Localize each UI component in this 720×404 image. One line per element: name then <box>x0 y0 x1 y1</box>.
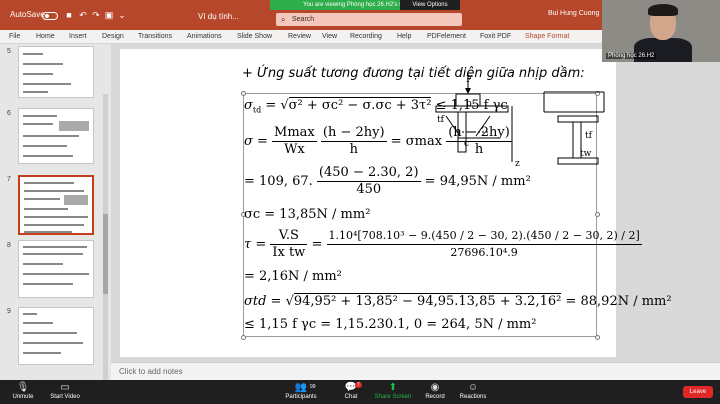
search-input[interactable]: ⌕ Search <box>276 13 462 26</box>
slide-thumbnail-9[interactable] <box>18 307 94 365</box>
chat-badge: 7 <box>355 382 362 388</box>
diagram-label-z: z <box>515 159 520 169</box>
slide-thumbnail-8[interactable] <box>18 240 94 298</box>
diagram-label-f: F <box>466 75 473 85</box>
equation-8: ≤ 1,15 f γc = 1,15.230.1, 0 = 264, 5N / … <box>244 317 537 332</box>
slide-thumbnail-6[interactable] <box>18 108 94 164</box>
participants-button[interactable]: 👥 Participants <box>278 382 324 400</box>
customize-icon[interactable]: ⌄ <box>117 10 127 20</box>
resize-handle[interactable] <box>241 91 246 96</box>
diagram-label-tf-right: tf <box>585 131 592 141</box>
tab-transitions[interactable]: Transitions <box>138 33 172 40</box>
share-screen-icon: ⬆ <box>388 382 398 393</box>
reactions-icon: ☺ <box>467 382 479 393</box>
slide-thumbnail-7[interactable] <box>18 175 94 235</box>
thumb-number: 5 <box>7 48 11 55</box>
zoom-toolbar: 🎙 Unmute ▭ Start Video 👥 Participants 99… <box>0 380 720 404</box>
notes-pane[interactable]: Click to add notes <box>111 362 720 380</box>
user-name[interactable]: Bui Hung Cuong <box>548 10 599 17</box>
tab-recording[interactable]: Recording <box>350 33 382 40</box>
slide-thumbnails-panel: 5 6 7 8 9 <box>0 44 111 404</box>
tab-animations[interactable]: Animations <box>187 33 222 40</box>
diagram-label-c: c <box>464 139 470 149</box>
resize-handle[interactable] <box>241 335 246 340</box>
slide-thumbnail-5[interactable] <box>18 46 94 98</box>
redo-icon[interactable]: ↷ <box>91 10 101 20</box>
resize-handle[interactable] <box>595 335 600 340</box>
unmute-button[interactable]: 🎙 Unmute <box>0 382 46 400</box>
equation-6: = 2,16N / mm² <box>244 269 342 284</box>
thumb-number: 7 <box>7 176 11 183</box>
tab-insert[interactable]: Insert <box>69 33 87 40</box>
slide-headline: + Ứng suất tương đương tại tiết diện giữ… <box>242 66 585 81</box>
reactions-button[interactable]: ☺ Reactions <box>450 382 496 400</box>
diagram-label-b: b <box>466 99 472 109</box>
present-icon[interactable]: ▣ <box>104 10 114 20</box>
tab-shape-format[interactable]: Shape Format <box>525 33 569 40</box>
tab-file[interactable]: File <box>9 33 20 40</box>
video-off-icon: ▭ <box>60 382 70 393</box>
chat-button[interactable]: 💬 Chat 7 <box>328 382 374 400</box>
file-name: Ví dụ tính... <box>198 12 239 21</box>
tab-view[interactable]: View <box>322 33 337 40</box>
equation-5: τ = V.S Ix tw = 1.10⁴[708.10³ − 9.(450 / … <box>244 228 642 260</box>
autosave-toggle[interactable] <box>42 12 58 20</box>
tab-home[interactable]: Home <box>36 33 55 40</box>
tab-slide-show[interactable]: Slide Show <box>237 33 272 40</box>
thumb-number: 9 <box>7 308 11 315</box>
view-options-button[interactable]: View Options <box>400 0 460 10</box>
equation-7: σtd = √94,95² + 13,85² − 94,95.13,85 + 3… <box>244 293 672 309</box>
tab-review[interactable]: Review <box>288 33 311 40</box>
app-window: AutoSave ■ ↶ ↷ ▣ ⌄ Ví dụ tính... ⌕ Searc… <box>0 0 720 404</box>
tab-foxit-pdf[interactable]: Foxit PDF <box>480 33 511 40</box>
thumb-number: 6 <box>7 110 11 117</box>
webcam-label: Phòng học 26.H2 <box>606 53 657 59</box>
search-icon: ⌕ <box>281 15 286 24</box>
tab-design[interactable]: Design <box>102 33 124 40</box>
participants-icon: 👥 <box>294 382 308 393</box>
webcam-video[interactable]: Phòng học 26.H2 <box>602 0 720 62</box>
equation-4: σc = 13,85N / mm² <box>244 207 371 222</box>
undo-icon[interactable]: ↶ <box>78 10 88 20</box>
diagram-label-tw: tw <box>580 149 592 159</box>
tab-pdfelement[interactable]: PDFelement <box>427 33 466 40</box>
chat-icon: 💬 <box>344 382 358 393</box>
autosave-label: AutoSave <box>10 10 45 19</box>
diagram-label-tf: tf <box>437 115 444 125</box>
beam-elevation-diagram <box>543 91 605 165</box>
save-icon[interactable]: ■ <box>64 10 74 20</box>
leave-button[interactable]: Leave <box>683 386 713 398</box>
start-video-button[interactable]: ▭ Start Video <box>42 382 88 400</box>
participants-count: 99 <box>310 384 316 390</box>
share-screen-button[interactable]: ⬆ Share Screen <box>370 382 416 400</box>
tab-help[interactable]: Help <box>397 33 411 40</box>
thumb-number: 8 <box>7 242 11 249</box>
resize-handle[interactable] <box>595 212 600 217</box>
thumbnails-scrollbar[interactable] <box>103 94 108 404</box>
microphone-muted-icon: 🎙 <box>16 382 30 393</box>
